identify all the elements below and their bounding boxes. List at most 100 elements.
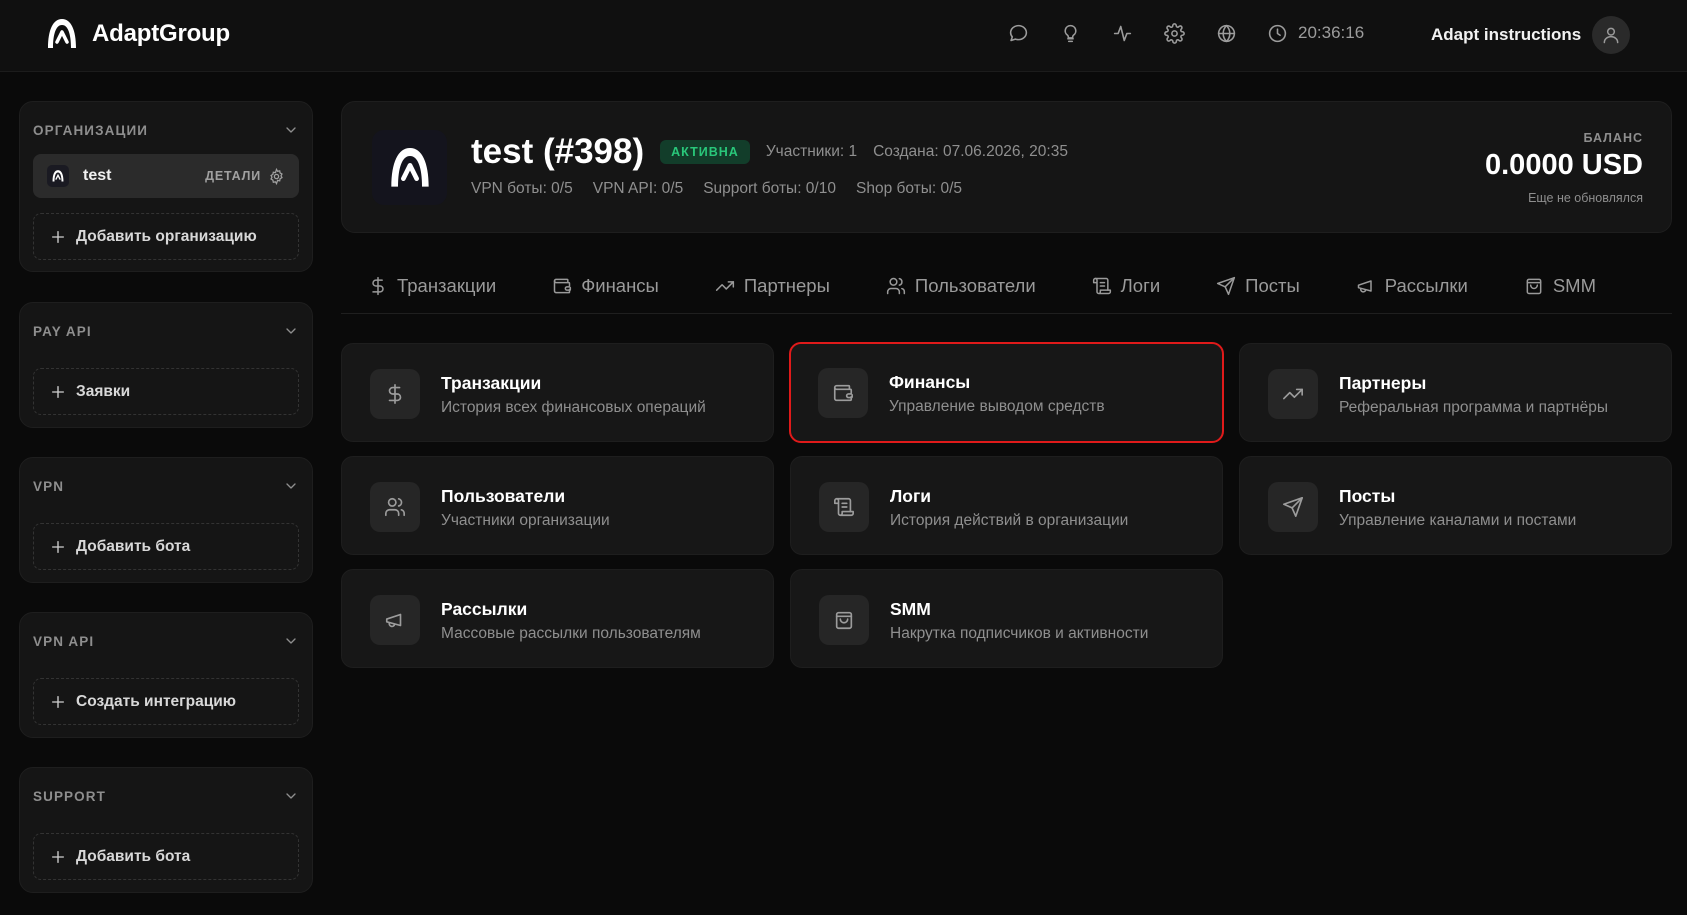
tab-mailings[interactable]: Рассылки bbox=[1356, 275, 1468, 297]
card-icon-box bbox=[819, 482, 869, 532]
megaphone-icon bbox=[1357, 279, 1372, 293]
top-actions: 20:36:16 bbox=[1005, 20, 1364, 46]
wallet-icon bbox=[833, 384, 853, 402]
status-badge: АКТИВНА bbox=[660, 140, 750, 164]
card-smm[interactable]: SMM Накрутка подписчиков и активности bbox=[790, 569, 1223, 668]
card-logs[interactable]: Логи История действий в организации bbox=[790, 456, 1223, 555]
stat-vpn-api: VPN API: 0/5 bbox=[592, 180, 684, 197]
requests-button[interactable]: Заявки bbox=[33, 368, 299, 415]
brand-logo-icon bbox=[48, 19, 76, 48]
chevron-down-icon[interactable] bbox=[283, 122, 299, 138]
chevron-down-icon[interactable] bbox=[283, 788, 299, 804]
card-description: История всех финансовых операций bbox=[441, 399, 706, 416]
stat-shop-bots: Shop боты: 0/5 bbox=[855, 180, 963, 197]
card-description: Реферальная программа и партнёры bbox=[1339, 399, 1608, 416]
tab-posts[interactable]: Посты bbox=[1216, 275, 1300, 297]
support-header[interactable]: SUPPORT bbox=[33, 788, 299, 804]
card-icon-box bbox=[818, 368, 868, 418]
orgs-panel: ОРГАНИЗАЦИИ test ДЕТАЛИ Добавить организ… bbox=[19, 101, 313, 272]
card-title: Посты bbox=[1339, 486, 1396, 506]
gear-icon[interactable] bbox=[268, 167, 285, 185]
card-description: Управление выводом средств bbox=[889, 398, 1105, 415]
tab-users[interactable]: Пользователи bbox=[886, 275, 1036, 297]
tab-label: Пользователи bbox=[914, 274, 1036, 296]
card-icon-box bbox=[1268, 369, 1318, 419]
tab-finances[interactable]: Финансы bbox=[552, 275, 659, 297]
gear-icon[interactable] bbox=[1161, 20, 1187, 46]
plus-icon bbox=[52, 850, 64, 863]
tab-label: SMM bbox=[1552, 274, 1596, 296]
create-integration-button[interactable]: Создать интеграцию bbox=[33, 678, 299, 725]
plus-icon bbox=[52, 695, 64, 708]
org-details-link[interactable]: ДЕТАЛИ bbox=[205, 169, 261, 183]
card-description: Накрутка подписчиков и активности bbox=[890, 625, 1149, 642]
add-support-bot-button[interactable]: Добавить бота bbox=[33, 833, 299, 880]
brand[interactable]: AdaptGroup bbox=[44, 16, 230, 52]
add-organization-label: Добавить организацию bbox=[76, 227, 257, 245]
add-vpn-bot-label: Добавить бота bbox=[76, 537, 191, 555]
org-logo-icon bbox=[47, 165, 69, 187]
wallet-icon bbox=[553, 278, 572, 293]
members-count: Участники: 1 bbox=[765, 143, 858, 160]
card-title: SMM bbox=[890, 599, 931, 619]
instructions-link[interactable]: Adapt instructions bbox=[1431, 25, 1581, 45]
scroll-icon bbox=[1092, 277, 1111, 294]
vpn-api-header[interactable]: VPN API bbox=[33, 633, 299, 649]
card-icon-box bbox=[370, 595, 420, 645]
lightbulb-icon[interactable] bbox=[1057, 20, 1083, 46]
card-users[interactable]: Пользователи Участники организации bbox=[341, 456, 774, 555]
tab-label: Транзакции bbox=[397, 274, 497, 296]
vpn-panel: VPN Добавить бота bbox=[19, 457, 313, 583]
card-icon-box bbox=[370, 369, 420, 419]
card-title: Логи bbox=[890, 486, 932, 506]
orgs-title: ОРГАНИЗАЦИИ bbox=[33, 122, 149, 138]
card-mailings[interactable]: Рассылки Массовые рассылки пользователям bbox=[341, 569, 774, 668]
chevron-down-icon[interactable] bbox=[283, 478, 299, 494]
card-icon-box bbox=[819, 595, 869, 645]
adapt-logo-icon bbox=[390, 147, 429, 187]
org-title-row: test (#398) АКТИВНА Участники: 1 Создана… bbox=[471, 132, 1068, 172]
card-transactions[interactable]: Транзакции История всех финансовых опера… bbox=[341, 343, 774, 442]
tab-label: Посты bbox=[1245, 274, 1300, 296]
card-finances[interactable]: Финансы Управление выводом средств bbox=[789, 342, 1224, 443]
add-vpn-bot-button[interactable]: Добавить бота bbox=[33, 523, 299, 570]
card-posts[interactable]: Посты Управление каналами и постами bbox=[1239, 456, 1672, 555]
created-date: Создана: 07.06.2026, 20:35 bbox=[873, 143, 1068, 160]
plus-icon bbox=[52, 385, 64, 398]
chevron-down-icon[interactable] bbox=[283, 323, 299, 339]
tab-logs[interactable]: Логи bbox=[1092, 275, 1160, 297]
plus-icon bbox=[52, 230, 64, 243]
orgs-header[interactable]: ОРГАНИЗАЦИИ bbox=[33, 122, 299, 138]
vpn-title: VPN bbox=[33, 478, 65, 494]
activity-icon[interactable] bbox=[1109, 20, 1135, 46]
plus-icon bbox=[52, 540, 64, 553]
tab-label: Партнеры bbox=[743, 274, 830, 296]
tab-smm[interactable]: SMM bbox=[1524, 275, 1596, 297]
trending-icon bbox=[715, 280, 734, 291]
card-title: Партнеры bbox=[1339, 373, 1427, 393]
megaphone-icon bbox=[385, 613, 402, 628]
org-name: test bbox=[83, 167, 112, 184]
vpn-header[interactable]: VPN bbox=[33, 478, 299, 494]
balance-label: БАЛАНС bbox=[1583, 131, 1643, 145]
section-tabs: Транзакции Финансы Партнеры Пользователи… bbox=[341, 258, 1672, 314]
balance-note: Еще не обновлялся bbox=[1528, 191, 1643, 205]
chat-icon[interactable] bbox=[1005, 20, 1031, 46]
support-title: SUPPORT bbox=[33, 788, 106, 804]
pay-api-header[interactable]: PAY API bbox=[33, 323, 299, 339]
pay-api-panel: PAY API Заявки bbox=[19, 302, 313, 428]
bag-icon bbox=[1526, 278, 1542, 294]
tab-partners[interactable]: Партнеры bbox=[715, 275, 830, 297]
add-support-bot-label: Добавить бота bbox=[76, 847, 191, 865]
card-description: Массовые рассылки пользователям bbox=[441, 625, 701, 642]
tab-transactions[interactable]: Транзакции bbox=[368, 275, 496, 297]
avatar[interactable] bbox=[1592, 16, 1630, 54]
chevron-down-icon[interactable] bbox=[283, 633, 299, 649]
add-organization-button[interactable]: Добавить организацию bbox=[33, 213, 299, 260]
org-stats: VPN боты: 0/5 VPN API: 0/5 Support боты:… bbox=[471, 180, 962, 198]
send-icon bbox=[1217, 276, 1236, 295]
globe-icon[interactable] bbox=[1213, 20, 1239, 46]
org-item-test[interactable]: test ДЕТАЛИ bbox=[33, 154, 299, 198]
card-partners[interactable]: Партнеры Реферальная программа и партнёр… bbox=[1239, 343, 1672, 442]
scroll-icon bbox=[834, 497, 854, 517]
